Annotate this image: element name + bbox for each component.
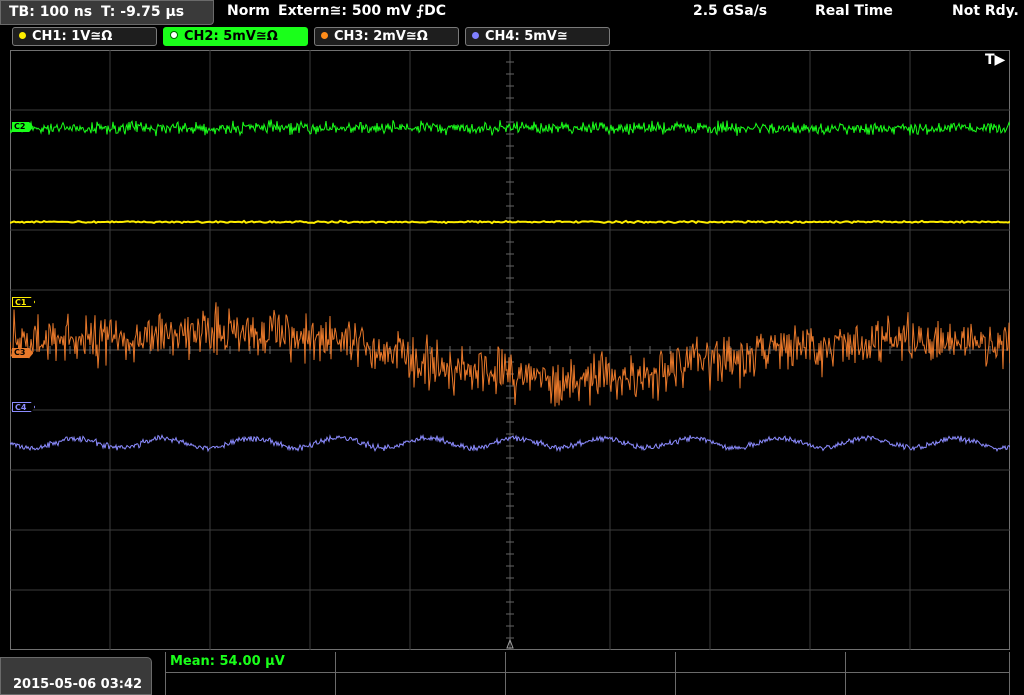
- measurement-table: Mean: 54.00 µV: [165, 652, 1010, 695]
- meas-cell[interactable]: [335, 652, 505, 695]
- meas-divider: [165, 672, 1010, 673]
- datetime-box: 2015-05-06 03:42: [0, 657, 152, 695]
- tab-ch3-label: CH3: 2mV≅Ω: [334, 29, 428, 44]
- timebase-label: TB: 100 ns: [9, 4, 93, 20]
- sample-rate: 2.5 GSa/s: [693, 3, 768, 19]
- ch4-color-dot-icon: [472, 32, 479, 39]
- meas-cell[interactable]: [845, 652, 1010, 695]
- tab-ch3[interactable]: CH3: 2mV≅Ω: [314, 27, 459, 46]
- tab-ch2[interactable]: CH2: 5mV≅Ω: [163, 27, 308, 46]
- acquisition-mode: Real Time: [815, 3, 893, 19]
- channel-tabs: CH1: 1V≅Ω CH2: 5mV≅Ω CH3: 2mV≅Ω CH4: 5mV…: [0, 25, 1024, 49]
- ch2-color-dot-icon: [170, 31, 178, 39]
- measurement-mean: Mean: 54.00 µV: [170, 654, 285, 669]
- ch1-marker[interactable]: C1: [12, 297, 36, 307]
- ch3-color-dot-icon: [321, 32, 328, 39]
- tab-ch1-label: CH1: 1V≅Ω: [32, 29, 113, 44]
- trigger-source[interactable]: Extern≅: 500 mV ⨍DC: [278, 3, 446, 19]
- meas-cell[interactable]: [675, 652, 845, 695]
- ch3-marker[interactable]: C3: [12, 348, 34, 358]
- timebase-box[interactable]: TB: 100 ns T: -9.75 µs: [0, 0, 214, 25]
- status-bar: TB: 100 ns T: -9.75 µs Norm Extern≅: 500…: [0, 0, 1024, 25]
- datetime-label: 2015-05-06 03:42: [13, 677, 143, 692]
- meas-cell[interactable]: Mean: 54.00 µV: [165, 652, 335, 695]
- tab-ch4-label: CH4: 5mV≅: [485, 29, 568, 44]
- ch4-marker[interactable]: C4: [12, 402, 36, 412]
- trigger-mode[interactable]: Norm: [227, 3, 270, 19]
- trigger-time-label: T: -9.75 µs: [101, 4, 185, 20]
- tab-ch4[interactable]: CH4: 5mV≅: [465, 27, 610, 46]
- acquisition-state: Not Rdy.: [952, 3, 1019, 19]
- ch1-color-dot-icon: [19, 32, 26, 39]
- tab-ch2-label: CH2: 5mV≅Ω: [184, 29, 278, 44]
- waveform-traces: [10, 50, 1010, 650]
- trigger-level-icon: T▶: [985, 52, 1006, 68]
- ch2-marker[interactable]: C2: [12, 122, 34, 132]
- tab-ch1[interactable]: CH1: 1V≅Ω: [12, 27, 157, 46]
- meas-cell[interactable]: [505, 652, 675, 695]
